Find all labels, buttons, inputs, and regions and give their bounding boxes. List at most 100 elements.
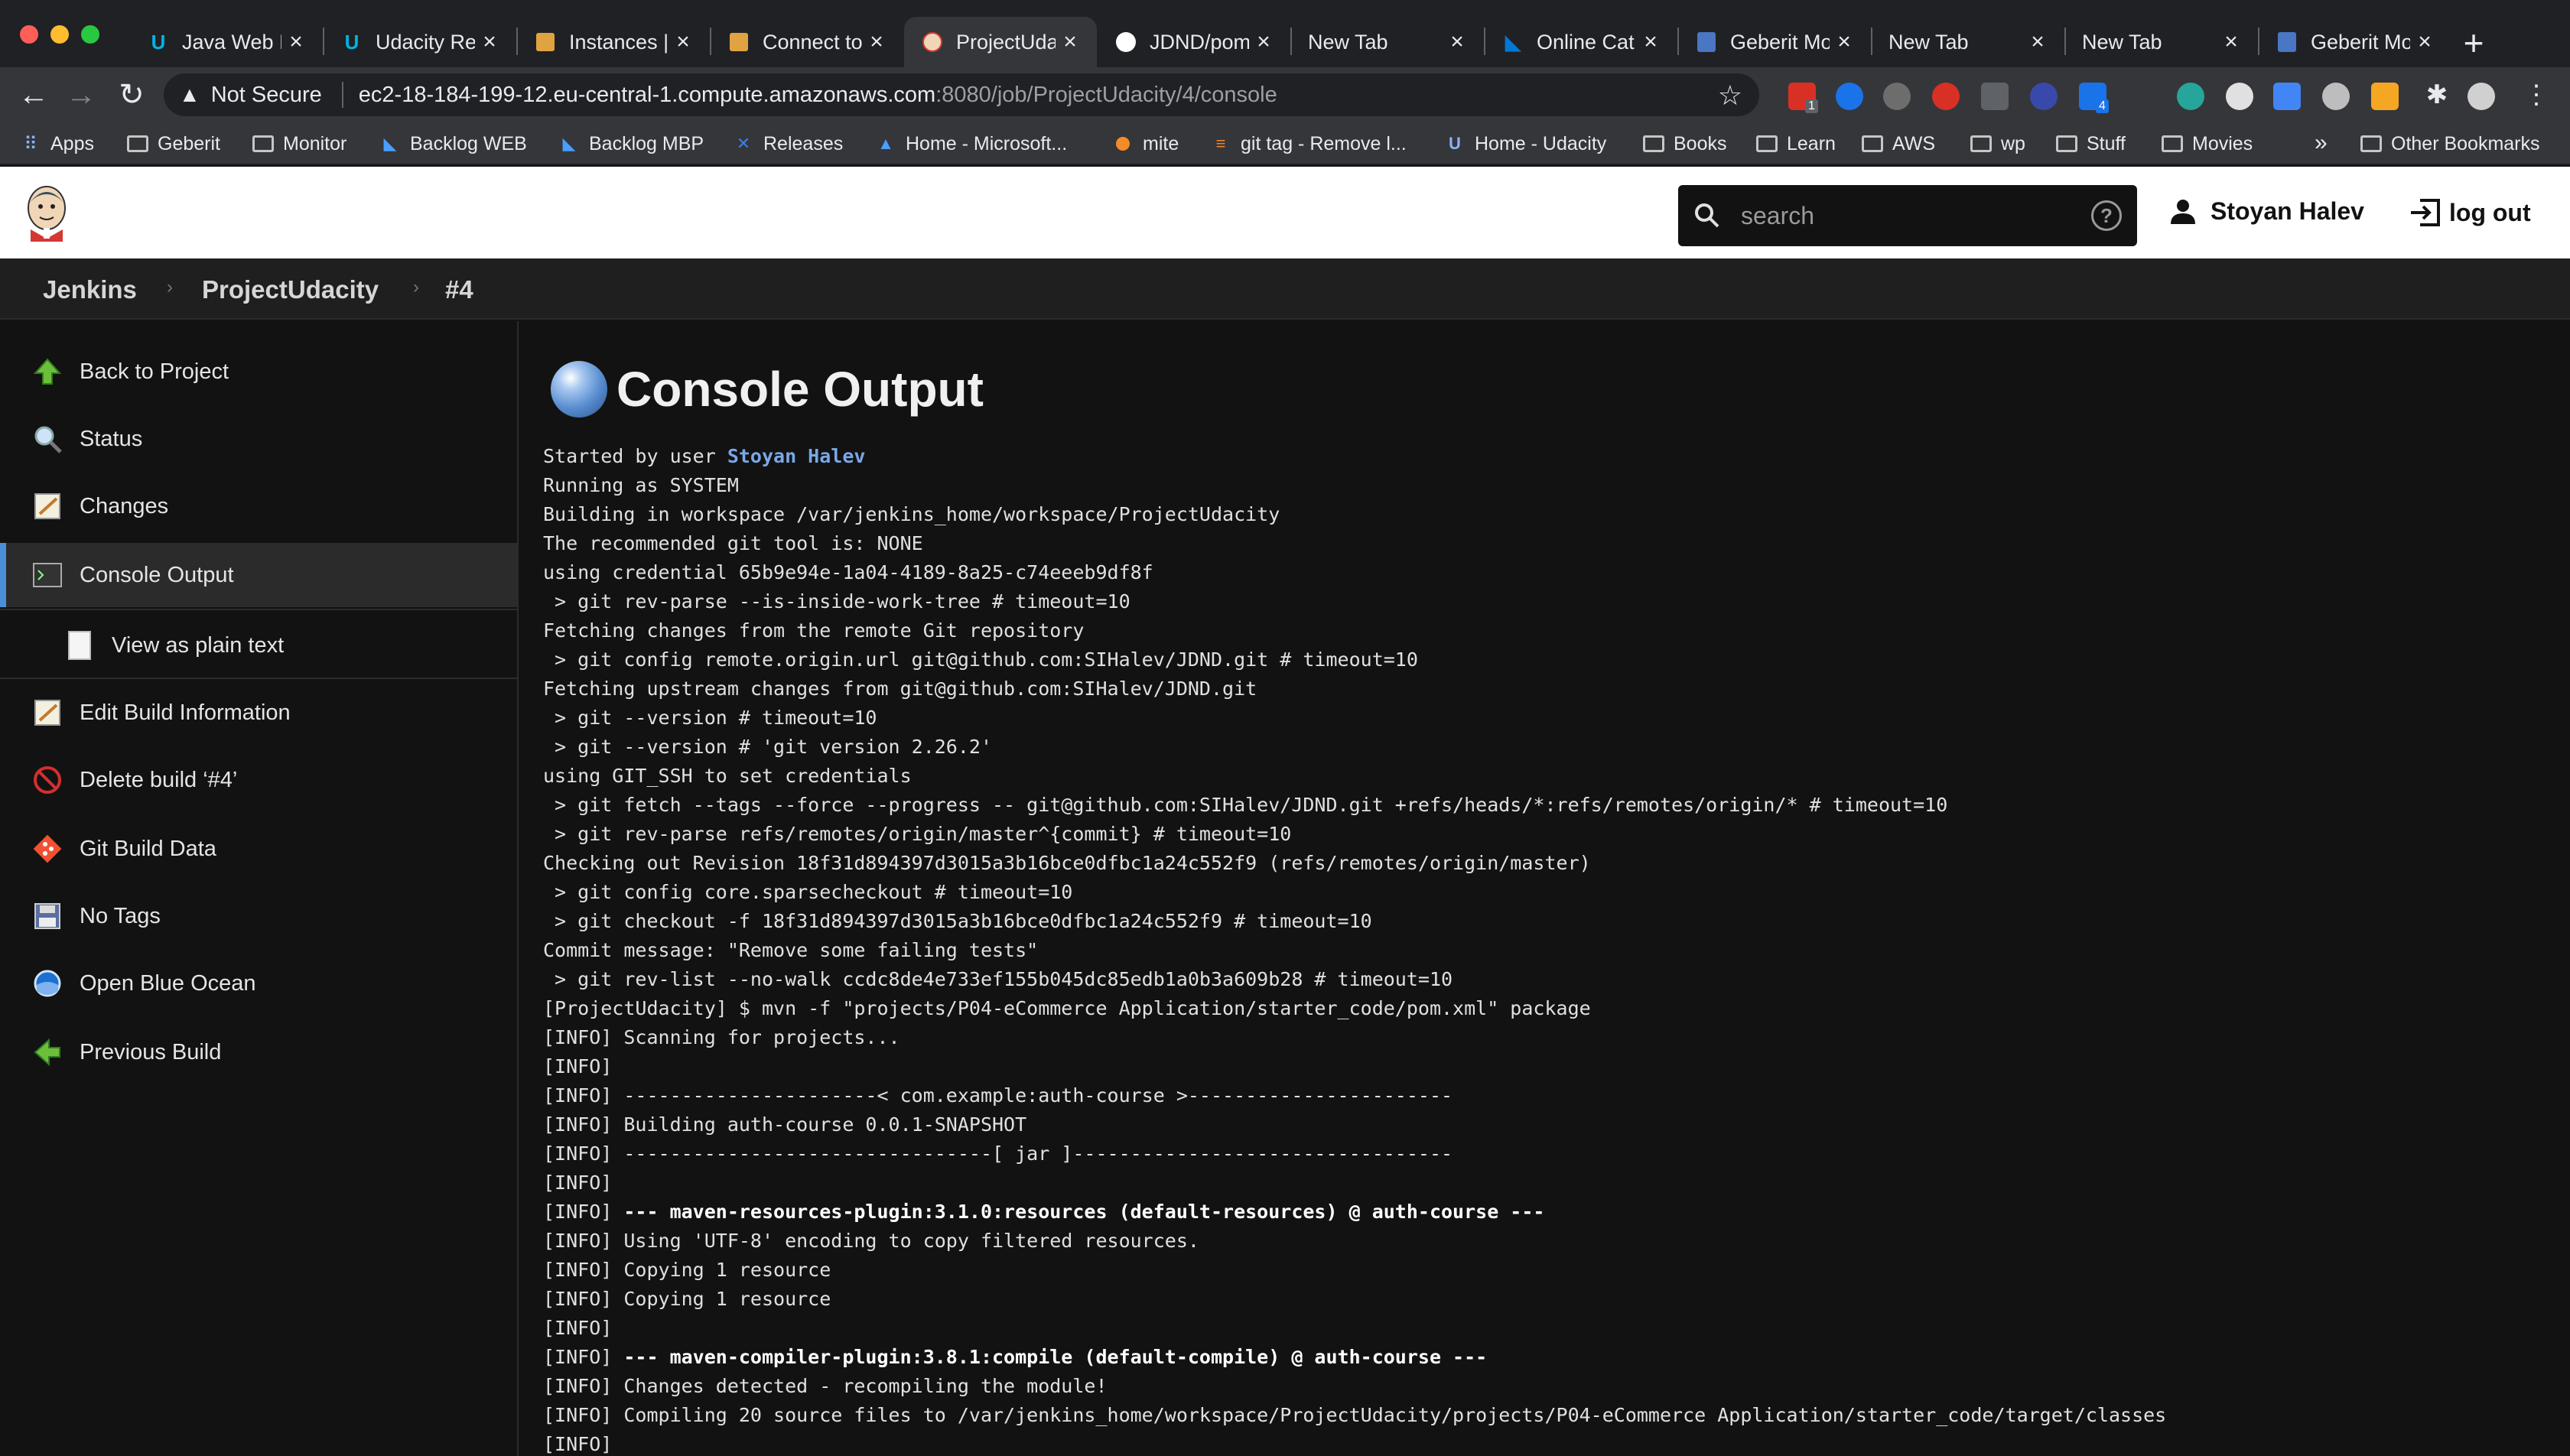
teal-extension-icon[interactable] xyxy=(2177,83,2204,110)
back-arrow-icon[interactable]: ← xyxy=(14,75,54,115)
breadcrumb-project[interactable]: ProjectUdacity xyxy=(202,275,379,304)
breadcrumb-chevron-icon[interactable]: › xyxy=(413,277,419,298)
sidebar-item-changes[interactable]: Changes xyxy=(0,474,519,538)
floppy-disk-icon xyxy=(31,899,64,933)
bookmark-item[interactable]: ⠿ Apps xyxy=(20,130,94,158)
bookmark-item[interactable]: U Home - Udacity xyxy=(1444,130,1606,158)
window-close-button[interactable] xyxy=(20,25,38,44)
sidebar-item-open-blue-ocean[interactable]: Open Blue Ocean xyxy=(0,951,519,1016)
git-icon xyxy=(31,832,64,866)
search-box[interactable]: ? xyxy=(1678,185,2137,246)
tab-close-icon[interactable]: × xyxy=(867,29,886,55)
console-line: [INFO] Copying 1 resource xyxy=(543,1288,831,1310)
bookmark-item[interactable]: mite xyxy=(1112,130,1179,158)
tab-separator xyxy=(2258,28,2259,55)
orange-extension-icon[interactable] xyxy=(2371,83,2399,110)
bookmark-item[interactable]: ▲ Home - Microsoft... xyxy=(875,130,1067,158)
bookmarks-overflow-chevron[interactable]: » xyxy=(2315,130,2328,156)
profile-avatar[interactable] xyxy=(2468,83,2495,110)
breadcrumb-jenkins[interactable]: Jenkins xyxy=(43,275,137,304)
browser-tab-strip: UJava Web D×UUdacity Re×Instances |×Conn… xyxy=(0,0,2570,67)
sidebar-item-view-as-plain-text[interactable]: View as plain text xyxy=(0,613,519,678)
search-input[interactable] xyxy=(1741,201,2091,230)
tab-close-icon[interactable]: × xyxy=(2415,29,2435,55)
browser-tab[interactable]: Connect to × xyxy=(711,17,903,67)
window-zoom-button[interactable] xyxy=(81,25,99,44)
sidebar-item-previous-build[interactable]: Previous Build xyxy=(0,1020,519,1084)
bookmark-label: wp xyxy=(2001,132,2025,154)
browser-tab[interactable]: Geberit Mo × xyxy=(1678,17,1871,67)
chrome-menu-icon[interactable]: ⋮ xyxy=(2516,75,2556,115)
browser-tab[interactable]: JDND/pom × xyxy=(1098,17,1290,67)
sidebar-item-status[interactable]: Status xyxy=(0,407,519,471)
browser-tab[interactable]: New Tab × xyxy=(2065,17,2258,67)
help-icon[interactable]: ? xyxy=(2091,200,2122,231)
bookmark-star-icon[interactable]: ☆ xyxy=(1718,80,1742,112)
browser-tab[interactable]: New Tab × xyxy=(1291,17,1484,67)
password-manager-icon[interactable] xyxy=(1836,83,1863,110)
bookmark-item[interactable]: Learn xyxy=(1756,130,1836,158)
tab-close-icon[interactable]: × xyxy=(2028,29,2048,55)
tab-close-icon[interactable]: × xyxy=(286,29,306,55)
sidebar-item-console-output[interactable]: Console Output xyxy=(0,543,519,607)
azure-icon: ▲ xyxy=(877,134,894,153)
spy-extension-icon[interactable] xyxy=(1883,83,1911,110)
bookmark-item[interactable]: wp xyxy=(1970,130,2025,158)
bookmark-item[interactable]: Books xyxy=(1643,130,1726,158)
browser-toolbar: ← → ↻ ▲ Not Secure ec2-18-184-199-12.eu-… xyxy=(0,67,2570,122)
tab-close-icon[interactable]: × xyxy=(2221,29,2241,55)
adblock-icon[interactable] xyxy=(1932,83,1960,110)
address-bar[interactable]: ▲ Not Secure ec2-18-184-199-12.eu-centra… xyxy=(164,73,1759,116)
pen-extension-icon[interactable] xyxy=(2322,83,2350,110)
extensions-puzzle-icon[interactable]: ✱ xyxy=(2417,75,2457,115)
extension-puzzle-dark-icon[interactable] xyxy=(1981,83,2009,110)
tab-separator xyxy=(1677,28,1679,55)
tab-label: ProjectUda xyxy=(956,30,1056,54)
new-tab-button[interactable]: + xyxy=(2452,21,2495,64)
bookmark-item[interactable]: Movies xyxy=(2162,130,2253,158)
tab-close-icon[interactable]: × xyxy=(480,29,499,55)
bookmark-item[interactable]: Monitor xyxy=(252,130,346,158)
logout-link[interactable]: log out xyxy=(2408,197,2531,228)
bookmark-item[interactable]: Geberit xyxy=(127,130,220,158)
bookmark-item[interactable]: AWS xyxy=(1862,130,1935,158)
bookmark-item[interactable]: ◣ Backlog WEB xyxy=(379,130,527,158)
window-minimize-button[interactable] xyxy=(50,25,69,44)
breadcrumb-build[interactable]: #4 xyxy=(445,275,473,304)
breadcrumb-chevron-icon[interactable]: › xyxy=(167,277,173,298)
other-bookmarks[interactable]: Other Bookmarks xyxy=(2360,130,2540,158)
browser-tab[interactable]: Instances | × xyxy=(517,17,710,67)
sidebar-item-git-build-data[interactable]: Git Build Data xyxy=(0,817,519,881)
sidebar-item-delete-build-4[interactable]: Delete build ‘#4’ xyxy=(0,748,519,812)
tab-close-icon[interactable]: × xyxy=(1254,29,1274,55)
bookmark-item[interactable]: Stuff xyxy=(2056,130,2126,158)
tab-close-icon[interactable]: × xyxy=(1834,29,1854,55)
tab-label: Geberit Mo xyxy=(2311,30,2410,54)
browser-tab[interactable]: Geberit Mo × xyxy=(2259,17,2451,67)
diamond-extension-icon[interactable] xyxy=(2030,83,2058,110)
browser-tab[interactable]: ProjectUda × xyxy=(904,17,1097,67)
reload-icon[interactable]: ↻ xyxy=(112,75,151,115)
browser-tab[interactable]: New Tab × xyxy=(1872,17,2064,67)
tab-close-icon[interactable]: × xyxy=(1641,29,1661,55)
browser-tab[interactable]: U Java Web D× xyxy=(130,17,323,67)
bookmark-item[interactable]: ≡ git tag - Remove l... xyxy=(1210,130,1407,158)
tab-separator xyxy=(710,28,711,55)
tab-close-icon[interactable]: × xyxy=(1447,29,1467,55)
security-label: Not Secure xyxy=(210,82,322,107)
sidebar-item-no-tags[interactable]: No Tags xyxy=(0,884,519,948)
tab-close-icon[interactable]: × xyxy=(673,29,693,55)
user-link[interactable]: Stoyan Halev xyxy=(2169,197,2364,226)
browser-tab[interactable]: ◣ Online Cat × xyxy=(1485,17,1677,67)
grid-extension-icon[interactable] xyxy=(2273,83,2301,110)
jenkins-logo[interactable] xyxy=(23,184,70,242)
forward-arrow-icon[interactable]: → xyxy=(61,75,101,115)
white-extension-icon[interactable] xyxy=(2226,83,2253,110)
started-by-user-link[interactable]: Stoyan Halev xyxy=(727,445,866,467)
tab-close-icon[interactable]: × xyxy=(1060,29,1080,55)
bookmark-item[interactable]: ◣ Backlog MBP xyxy=(558,130,704,158)
browser-tab[interactable]: U Udacity Re × xyxy=(324,17,516,67)
sidebar-item-back-to-project[interactable]: Back to Project xyxy=(0,340,519,404)
sidebar-item-edit-build-information[interactable]: Edit Build Information xyxy=(0,681,519,745)
bookmark-item[interactable]: ✕ Releases xyxy=(733,130,843,158)
